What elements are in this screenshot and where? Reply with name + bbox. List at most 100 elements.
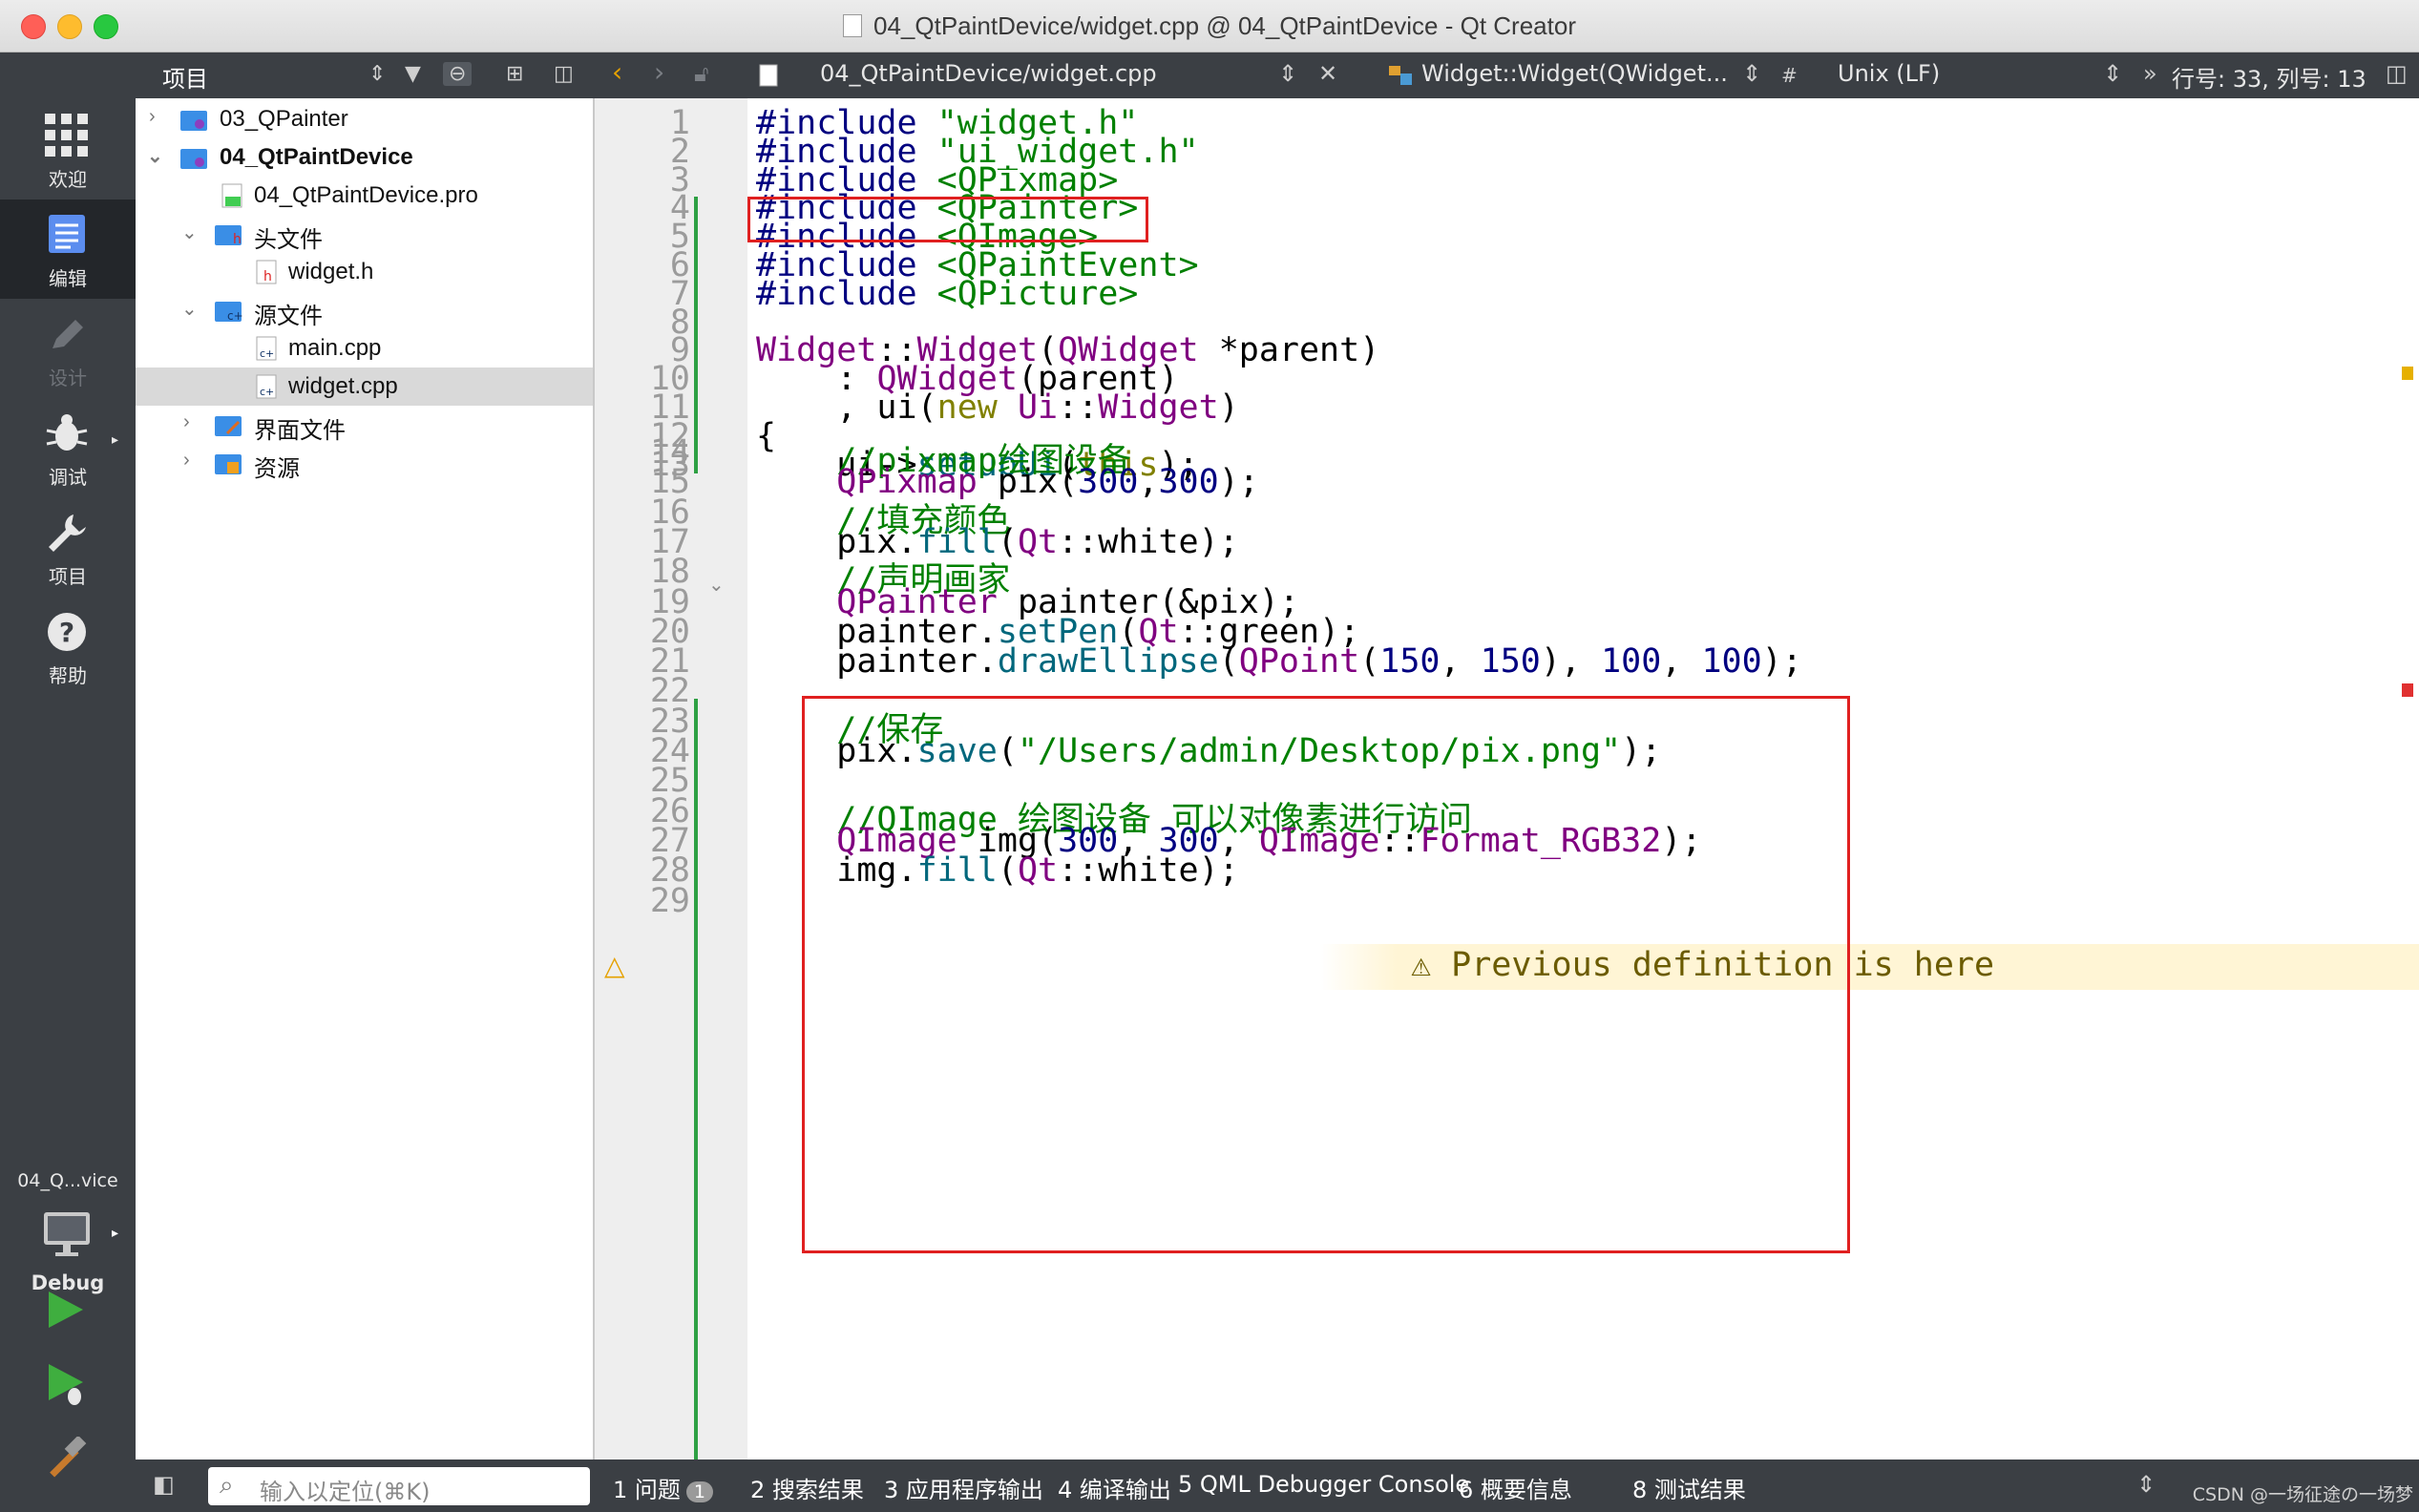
mode-label: 设计 xyxy=(49,367,87,389)
mode-design[interactable]: 设计 xyxy=(0,299,136,398)
folder-icon: c+ xyxy=(215,302,242,323)
open-file-selector[interactable]: 04_QtPaintDevice/widget.cpp xyxy=(820,60,1157,87)
tab-label: 测试结果 xyxy=(1653,1477,1746,1503)
link-sync-icon[interactable]: ⊖ xyxy=(443,62,473,86)
tree-item-label: widget.h xyxy=(288,259,374,284)
tree-item-pro-file[interactable]: 04_QtPaintDevice.pro xyxy=(136,177,593,215)
symbol-selector[interactable]: Widget::Widget(QWidget... xyxy=(1421,60,1728,87)
qt-project-file-icon xyxy=(221,183,242,208)
change-bar xyxy=(694,197,698,473)
output-tab-8[interactable]: 8 测试结果 xyxy=(1632,1471,1746,1504)
kit-selector[interactable]: 04_Q...vice ▸ Debug xyxy=(0,1165,136,1308)
forward-icon[interactable]: › xyxy=(654,56,664,88)
tab-number: 4 xyxy=(1058,1477,1080,1503)
cpp-file-icon: c+ xyxy=(256,374,277,399)
forms-folder-icon xyxy=(215,416,242,436)
build-hammer-icon[interactable] xyxy=(43,1437,89,1482)
tree-item-widget-h[interactable]: h widget.h xyxy=(136,253,593,291)
project-folder-icon xyxy=(180,149,207,169)
tab-label: 编译输出 xyxy=(1079,1477,1171,1503)
tree-item-label: 界面文件 xyxy=(254,418,346,444)
line-ending-selector[interactable]: Unix (LF) xyxy=(1838,60,1940,87)
tree-item-forms[interactable]: › 界面文件 xyxy=(136,406,593,444)
svg-text:h: h xyxy=(263,269,272,284)
output-tab-4[interactable]: 4 编译输出 xyxy=(1058,1471,1171,1504)
mode-edit[interactable]: 编辑 xyxy=(0,200,136,299)
mode-welcome[interactable]: 欢迎 xyxy=(0,100,136,200)
header-file-icon: h xyxy=(256,260,277,284)
svg-text:?: ? xyxy=(59,617,74,648)
updown-selector-icon[interactable]: ⇕ xyxy=(368,62,386,86)
warning-marker[interactable] xyxy=(2402,367,2413,380)
line-number-gutter[interactable]: 1 2 3 4 5 6 7 8 9 10 11 12 13 14 15 16 17 18 19 20 21 22 23 24 2… xyxy=(595,98,747,1460)
monitor-icon xyxy=(44,1212,90,1256)
tree-item-label: main.cpp xyxy=(288,335,382,361)
kit-name: 04_Q...vice xyxy=(17,1170,118,1191)
mode-debug[interactable]: ▸ 调试 xyxy=(0,398,136,497)
debug-run-icon[interactable] xyxy=(43,1360,87,1408)
chevron-right-icon[interactable]: › xyxy=(149,106,156,128)
more-icon[interactable]: » xyxy=(2143,60,2157,87)
tree-item-label: 03_QPainter xyxy=(220,106,348,132)
split-icon[interactable]: ⊞ xyxy=(506,62,523,86)
filter-icon[interactable]: ▼ xyxy=(405,62,421,86)
mode-label: 调试 xyxy=(49,466,87,489)
output-tab-1[interactable]: 1 问题 1 xyxy=(613,1471,713,1504)
svg-text:c+: c+ xyxy=(227,309,242,323)
error-marker[interactable] xyxy=(2402,683,2413,697)
mode-projects[interactable]: 项目 xyxy=(0,497,136,597)
window-title: 04_QtPaintDevice/widget.cpp @ 04_QtPaint… xyxy=(0,11,2419,41)
updown-selector-icon[interactable]: ⇕ xyxy=(2103,60,2122,87)
tree-item-sources[interactable]: ⌄ c+ 源文件 xyxy=(136,291,593,329)
tree-item-03-qpainter[interactable]: › 03_QPainter xyxy=(136,100,593,138)
chevron-down-icon[interactable]: ⌄ xyxy=(147,144,163,168)
tab-number: 6 xyxy=(1459,1477,1481,1503)
tree-item-widget-cpp[interactable]: c+ widget.cpp xyxy=(136,368,593,406)
mode-label: 编辑 xyxy=(49,267,87,290)
document-icon xyxy=(843,14,863,37)
output-tab-6[interactable]: 6 概要信息 xyxy=(1459,1471,1572,1504)
fold-arrow-icon[interactable]: ⌄ xyxy=(708,573,725,596)
chevron-right-icon[interactable]: › xyxy=(183,450,190,472)
pencil-icon xyxy=(53,320,83,348)
warning-icon[interactable]: △ xyxy=(604,950,625,981)
sidebar-title[interactable]: 项目 xyxy=(162,60,208,94)
output-pane-bar: ◧ ⌕ 输入以定位(⌘K) ⇕ CSDN @一场征途の一场梦 1 问题 1 2 搜索… xyxy=(136,1460,2419,1512)
highlight-box-include xyxy=(747,197,1148,242)
back-icon[interactable]: ‹ xyxy=(612,56,622,88)
chevron-down-icon[interactable]: ⌄ xyxy=(181,297,198,321)
chevron-right-icon[interactable]: › xyxy=(183,411,190,433)
close-sidebar-icon[interactable]: ◫ xyxy=(554,62,574,86)
run-icon[interactable] xyxy=(43,1288,87,1332)
search-icon: ⌕ xyxy=(220,1471,234,1500)
svg-text:c+: c+ xyxy=(260,386,274,398)
bug-icon xyxy=(46,414,88,451)
updown-selector-icon[interactable]: ⇕ xyxy=(1742,60,1761,87)
mode-bar: 欢迎 编辑 设计 ▸ 调试 项目 ? 帮助 04_Q...vice ▸ Debu… xyxy=(0,52,136,1512)
chevron-down-icon[interactable]: ⌄ xyxy=(181,220,198,244)
updown-selector-icon[interactable]: ⇕ xyxy=(2136,1471,2156,1498)
output-tab-2[interactable]: 2 搜索结果 xyxy=(750,1471,864,1504)
editor-toolbar: ‹ › 🔓︎ 04_QtPaintDevice/widget.cpp ⇕ ✕ W… xyxy=(595,52,2419,98)
locator-input[interactable]: ⌕ 输入以定位(⌘K) xyxy=(208,1467,590,1505)
output-tab-3[interactable]: 3 应用程序输出 xyxy=(884,1471,1043,1504)
mode-help[interactable]: ? 帮助 xyxy=(0,597,136,696)
lock-icon[interactable]: 🔓︎ xyxy=(694,60,709,87)
close-file-icon[interactable]: ✕ xyxy=(1318,60,1337,87)
tree-item-resources[interactable]: › 资源 xyxy=(136,444,593,482)
tree-item-label: 源文件 xyxy=(254,304,323,329)
toggle-sidebar-icon[interactable]: ◧ xyxy=(153,1471,175,1498)
highlight-box-pixmap-code xyxy=(802,696,1850,1253)
tree-item-04-qtpaintdevice[interactable]: ⌄ 04_QtPaintDevice xyxy=(136,138,593,177)
tree-item-headers[interactable]: ⌄ h 头文件 xyxy=(136,215,593,253)
cursor-position[interactable]: 行号: 33, 列号: 13 xyxy=(2172,60,2366,94)
split-editor-icon[interactable]: ◫ xyxy=(2386,60,2408,87)
tree-item-main-cpp[interactable]: c+ main.cpp xyxy=(136,329,593,368)
tree-item-label: 04_QtPaintDevice xyxy=(220,144,413,170)
project-sidebar: 项目 ⇕ ▼ ⊖ ⊞ ◫ › 03_QPainter ⌄ 04_QtPaintD… xyxy=(136,52,595,1460)
output-tab-5[interactable]: 5 QML Debugger Console xyxy=(1178,1471,1469,1498)
tab-label: QML Debugger Console xyxy=(1199,1471,1470,1498)
cpp-file-icon xyxy=(759,64,778,87)
updown-selector-icon[interactable]: ⇕ xyxy=(1278,60,1297,87)
help-icon: ? xyxy=(48,613,86,651)
